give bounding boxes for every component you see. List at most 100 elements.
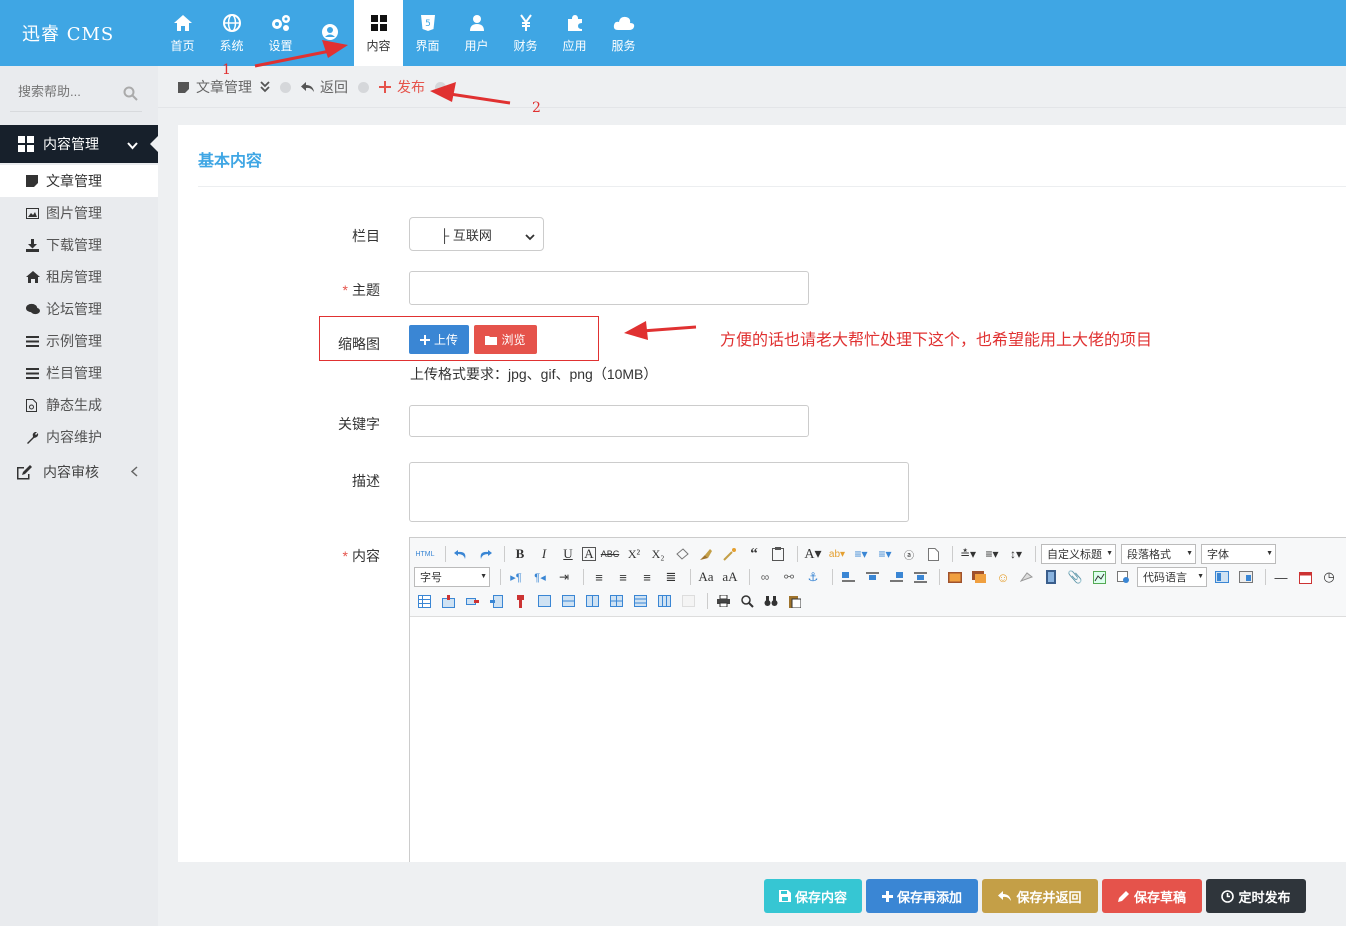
sidebar-item-downloads[interactable]: 下载管理 (0, 229, 158, 261)
font-size-combo[interactable]: 字号 ▼ (414, 567, 490, 587)
nav-content[interactable]: 内容 (354, 0, 403, 66)
indent-icon[interactable]: ⇥ (554, 568, 574, 586)
search-input[interactable] (10, 76, 110, 106)
sidebar-item-articles[interactable]: 文章管理 (0, 165, 158, 197)
description-textarea[interactable] (409, 462, 909, 522)
background-icon[interactable] (1236, 568, 1256, 586)
nav-users[interactable]: 用户 (452, 0, 501, 66)
split-cells-icon[interactable] (606, 592, 626, 610)
image-center-icon[interactable] (910, 568, 930, 586)
merge-down-icon[interactable] (582, 592, 602, 610)
nav-home[interactable]: 首页 (158, 0, 207, 66)
paste-plain-icon[interactable] (768, 545, 788, 563)
unordered-list-icon[interactable]: ≡▾ (875, 545, 895, 563)
crumb-module[interactable]: 文章管理 (178, 77, 270, 97)
sidebar-item-rentals[interactable]: 租房管理 (0, 261, 158, 293)
merge-right-icon[interactable] (558, 592, 578, 610)
ordered-list-icon[interactable]: ≡▾ (851, 545, 871, 563)
custom-title-combo[interactable]: 自定义标题 ▼ (1041, 544, 1116, 564)
split-rows-icon[interactable] (630, 592, 650, 610)
save-draft-button[interactable]: 保存草稿 (1102, 879, 1202, 913)
sidebar-group-review[interactable]: 内容审核 (0, 456, 158, 488)
font-color-icon[interactable]: A▾ (803, 545, 823, 563)
category-select[interactable]: ├ 互联网 (409, 217, 544, 251)
delete-col-icon[interactable] (510, 592, 530, 610)
subscript-icon[interactable]: X₂ (648, 545, 668, 563)
print-icon[interactable] (713, 592, 733, 610)
paragraph-combo[interactable]: 段落格式 ▼ (1121, 544, 1196, 564)
to-uppercase-icon[interactable]: Aa (696, 568, 716, 586)
align-justify-icon[interactable]: ≣ (661, 568, 681, 586)
undo-icon[interactable] (451, 545, 471, 563)
nav-system[interactable]: 系统 (207, 0, 256, 66)
align-center-icon[interactable]: ≡ (613, 568, 633, 586)
merge-cells-icon[interactable] (534, 592, 554, 610)
highlight-icon[interactable]: ab▾ (827, 545, 847, 563)
template-icon[interactable] (1212, 568, 1232, 586)
publish-link[interactable]: 发布 (379, 77, 425, 97)
align-right-icon[interactable]: ≡ (637, 568, 657, 586)
blockquote-icon[interactable]: “ (744, 545, 764, 563)
search-replace-icon[interactable] (761, 592, 781, 610)
insert-row-icon[interactable] (438, 592, 458, 610)
font-border-icon[interactable]: A (582, 546, 596, 561)
insert-video-icon[interactable] (1041, 568, 1061, 586)
subject-input[interactable] (409, 271, 809, 305)
font-family-combo[interactable]: 字体 ▼ (1201, 544, 1276, 564)
emotion-icon[interactable]: ☺ (993, 568, 1013, 586)
attachment-icon[interactable]: 📎 (1065, 568, 1085, 586)
search-icon[interactable] (123, 86, 138, 104)
scrawl-icon[interactable] (1017, 568, 1037, 586)
row-spacing-top-icon[interactable]: ≛▾ (958, 545, 978, 563)
insert-image-icon[interactable] (945, 568, 965, 586)
link-icon[interactable]: ∞ (755, 568, 775, 586)
nav-user-circle[interactable] (305, 0, 354, 66)
sidebar-item-maintenance[interactable]: 内容维护 (0, 421, 158, 453)
anchor-icon[interactable]: ⚓ (803, 568, 823, 586)
time-icon[interactable]: ◷ (1319, 568, 1339, 586)
insert-table-icon[interactable] (414, 592, 434, 610)
sidebar-item-examples[interactable]: 示例管理 (0, 325, 158, 357)
html-source-button[interactable]: HTML (414, 545, 436, 563)
nav-service[interactable]: 服务 (599, 0, 648, 66)
align-left-icon[interactable]: ≡ (589, 568, 609, 586)
nav-finance[interactable]: 财务 (501, 0, 550, 66)
draft-icon[interactable] (785, 592, 805, 610)
app-logo[interactable]: 迅睿 CMS (0, 0, 158, 66)
format-painter-icon[interactable] (696, 545, 716, 563)
delete-row-icon[interactable] (462, 592, 482, 610)
horizontal-rule-icon[interactable]: — (1271, 568, 1291, 586)
row-spacing-bottom-icon[interactable]: ≡▾ (982, 545, 1002, 563)
split-cols-icon[interactable] (654, 592, 674, 610)
line-height-icon[interactable]: ↕▾ (1006, 545, 1026, 563)
to-lowercase-icon[interactable]: aA (720, 568, 740, 586)
clear-doc-icon[interactable] (923, 545, 943, 563)
image-none-icon[interactable] (838, 568, 858, 586)
insert-frame-icon[interactable] (1113, 568, 1133, 586)
save-and-add-button[interactable]: 保存再添加 (866, 879, 978, 913)
sidebar-group-content[interactable]: 内容管理 (0, 125, 158, 163)
image-right-icon[interactable] (886, 568, 906, 586)
rtl-icon[interactable]: ¶◂ (530, 568, 550, 586)
preview-icon[interactable] (737, 592, 757, 610)
back-link[interactable]: 返回 (301, 77, 348, 97)
bold-icon[interactable]: B (510, 545, 530, 563)
scheduled-publish-button[interactable]: 定时发布 (1206, 879, 1306, 913)
nav-apps[interactable]: 应用 (550, 0, 599, 66)
strikethrough-icon[interactable]: ABC (600, 545, 620, 563)
autotypeset-icon[interactable] (720, 545, 740, 563)
ltr-icon[interactable]: ▸¶ (506, 568, 526, 586)
sidebar-item-columns[interactable]: 栏目管理 (0, 357, 158, 389)
keywords-input[interactable] (409, 405, 809, 437)
date-icon[interactable] (1295, 568, 1315, 586)
save-and-return-button[interactable]: 保存并返回 (982, 879, 1098, 913)
superscript-icon[interactable]: X² (624, 545, 644, 563)
browse-button[interactable]: 浏览 (474, 325, 537, 354)
save-content-button[interactable]: 保存内容 (764, 879, 862, 913)
sidebar-item-forum[interactable]: 论坛管理 (0, 293, 158, 325)
upload-button[interactable]: 上传 (409, 325, 469, 354)
code-language-combo[interactable]: 代码语言 ▼ (1137, 567, 1207, 587)
nav-settings[interactable]: 设置 (256, 0, 305, 66)
sidebar-item-images[interactable]: 图片管理 (0, 197, 158, 229)
underline-icon[interactable]: U (558, 545, 578, 563)
